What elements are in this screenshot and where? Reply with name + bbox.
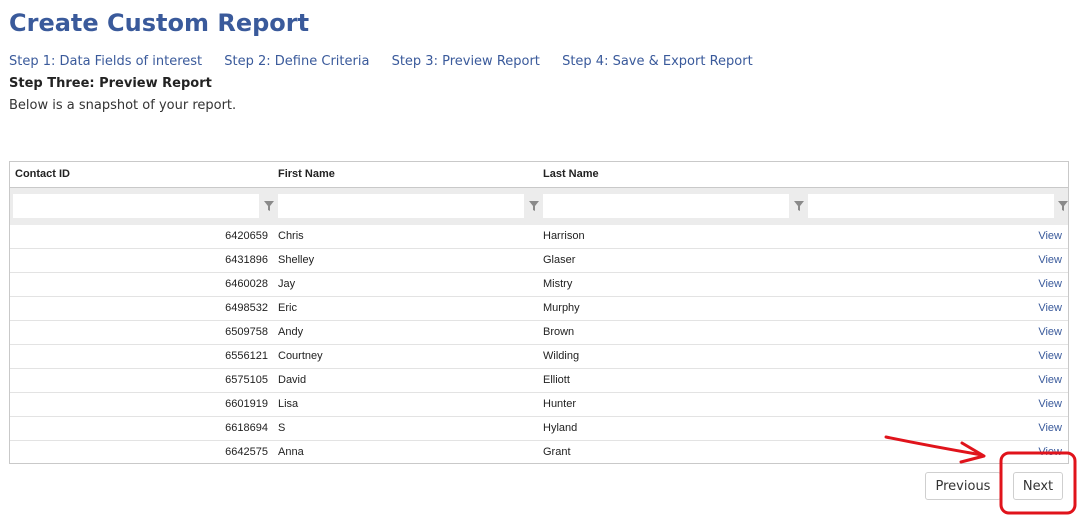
filter-input-contact-id[interactable] (13, 194, 259, 218)
wizard-steps: Step 1: Data Fields of interest Step 2: … (9, 53, 771, 71)
cell-first-name: David (278, 374, 307, 386)
next-button[interactable]: Next (1013, 472, 1063, 500)
cell-contact-id: 6420659 (225, 230, 268, 242)
cell-first-name: S (278, 422, 286, 434)
filter-cell-first-name (278, 194, 540, 218)
view-link[interactable]: View (1038, 225, 1062, 248)
cell-first-name: Anna (278, 446, 304, 458)
filter-input-actions[interactable] (808, 194, 1054, 218)
table-row[interactable]: 6575105 David Elliott View (10, 369, 1068, 393)
filter-input-first-name[interactable] (278, 194, 524, 218)
funnel-filter-icon[interactable] (527, 198, 541, 214)
funnel-filter-icon[interactable] (1056, 198, 1069, 214)
report-preview-grid: Contact ID First Name Last Name 6420659 … (9, 161, 1069, 464)
view-link[interactable]: View (1038, 417, 1062, 440)
filter-cell-last-name (543, 194, 805, 218)
cell-contact-id: 6498532 (225, 302, 268, 314)
cell-last-name: Harrison (543, 230, 585, 242)
table-row[interactable]: 6460028 Jay Mistry View (10, 273, 1068, 297)
table-row[interactable]: 6498532 Eric Murphy View (10, 297, 1068, 321)
column-header-first-name[interactable]: First Name (278, 162, 335, 187)
table-row[interactable]: 6420659 Chris Harrison View (10, 225, 1068, 249)
cell-first-name: Shelley (278, 254, 315, 266)
view-link[interactable]: View (1038, 393, 1062, 416)
funnel-filter-icon[interactable] (792, 198, 806, 214)
cell-last-name: Glaser (543, 254, 576, 266)
cell-first-name: Andy (278, 326, 304, 338)
cell-contact-id: 6601919 (225, 398, 268, 410)
view-link[interactable]: View (1038, 249, 1062, 272)
step-2-link[interactable]: Step 2: Define Criteria (224, 54, 369, 69)
view-link[interactable]: View (1038, 273, 1062, 296)
step-3-link[interactable]: Step 3: Preview Report (392, 54, 540, 69)
cell-contact-id: 6556121 (225, 350, 268, 362)
cell-last-name: Hyland (543, 422, 578, 434)
funnel-filter-icon[interactable] (262, 198, 276, 214)
table-row[interactable]: 6642575 Anna Grant View (10, 441, 1068, 463)
view-link[interactable]: View (1038, 345, 1062, 368)
cell-last-name: Mistry (543, 278, 573, 290)
cell-contact-id: 6642575 (225, 446, 268, 458)
cell-last-name: Elliott (543, 374, 570, 386)
cell-first-name: Lisa (278, 398, 299, 410)
cell-last-name: Brown (543, 326, 575, 338)
grid-header: Contact ID First Name Last Name (10, 162, 1068, 188)
step-1-link[interactable]: Step 1: Data Fields of interest (9, 54, 202, 69)
page-title: Create Custom Report (9, 9, 310, 37)
filter-input-last-name[interactable] (543, 194, 789, 218)
cell-last-name: Grant (543, 446, 571, 458)
column-header-last-name[interactable]: Last Name (543, 162, 599, 187)
cell-contact-id: 6575105 (225, 374, 268, 386)
previous-button[interactable]: Previous (925, 472, 1001, 500)
table-row[interactable]: 6556121 Courtney Wilding View (10, 345, 1068, 369)
view-link[interactable]: View (1038, 369, 1062, 392)
table-row[interactable]: 6431896 Shelley Glaser View (10, 249, 1068, 273)
cell-contact-id: 6509758 (225, 326, 268, 338)
column-header-contact-id[interactable]: Contact ID (15, 162, 70, 187)
cell-first-name: Eric (278, 302, 297, 314)
step-description: Below is a snapshot of your report. (9, 98, 237, 113)
view-link[interactable]: View (1038, 321, 1062, 344)
cell-last-name: Wilding (543, 350, 580, 362)
grid-rows: 6420659 Chris Harrison View 6431896 Shel… (10, 225, 1068, 463)
cell-first-name: Jay (278, 278, 296, 290)
step-heading: Step Three: Preview Report (9, 76, 212, 91)
cell-contact-id: 6618694 (225, 422, 268, 434)
cell-last-name: Murphy (543, 302, 580, 314)
table-row[interactable]: 6601919 Lisa Hunter View (10, 393, 1068, 417)
table-row[interactable]: 6509758 Andy Brown View (10, 321, 1068, 345)
view-link[interactable]: View (1038, 441, 1062, 463)
view-link[interactable]: View (1038, 297, 1062, 320)
filter-row (10, 188, 1068, 225)
table-row[interactable]: 6618694 S Hyland View (10, 417, 1068, 441)
cell-contact-id: 6460028 (225, 278, 268, 290)
filter-cell-actions (808, 194, 1068, 218)
step-4-link[interactable]: Step 4: Save & Export Report (562, 54, 753, 69)
cell-contact-id: 6431896 (225, 254, 268, 266)
cell-last-name: Hunter (543, 398, 577, 410)
cell-first-name: Courtney (278, 350, 323, 362)
filter-cell-contact-id (13, 194, 275, 218)
cell-first-name: Chris (278, 230, 304, 242)
